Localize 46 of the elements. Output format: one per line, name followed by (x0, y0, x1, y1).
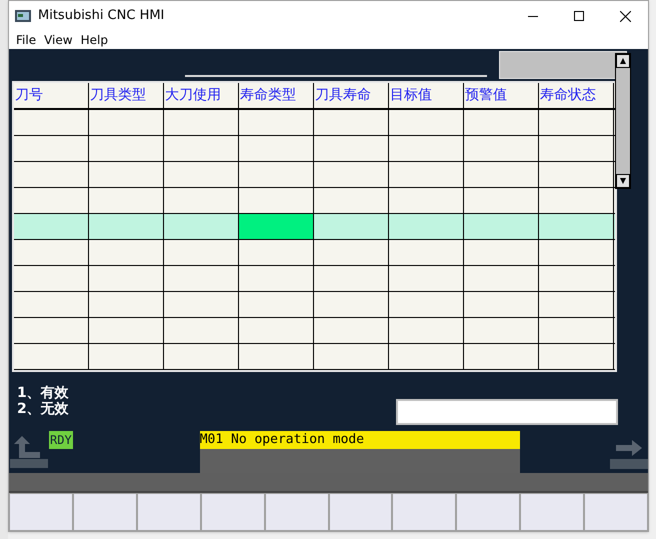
menu-item[interactable]: Help (80, 31, 109, 49)
app-icon (15, 10, 31, 22)
column-header: 刀号 (14, 83, 89, 108)
column-header: 刀具寿命 (314, 83, 389, 108)
softkey-button[interactable] (200, 493, 265, 531)
table-row[interactable] (14, 214, 615, 240)
table-row[interactable] (14, 240, 615, 266)
softkey-button[interactable] (328, 493, 392, 531)
softkey-button[interactable] (264, 493, 329, 531)
legend-text: 2、无效 (17, 401, 69, 417)
column-header: 刀具类型 (89, 83, 164, 108)
column-header: 寿命状态 (539, 83, 614, 108)
back-arrow-icon[interactable] (10, 434, 48, 468)
table-row[interactable] (14, 292, 615, 318)
table-row[interactable] (14, 110, 615, 136)
scrollbar[interactable] (615, 53, 631, 189)
table-row[interactable] (14, 188, 615, 214)
input-field[interactable] (396, 399, 618, 425)
softkey-button[interactable] (72, 493, 137, 531)
table-row[interactable] (14, 136, 615, 162)
maximize-icon (574, 11, 584, 21)
column-header: 目标值 (389, 83, 464, 108)
table-row[interactable] (14, 266, 615, 292)
softkey-button[interactable] (520, 493, 584, 531)
softkey-button[interactable] (456, 493, 520, 531)
legend-text: 1、有效 (17, 385, 69, 401)
status-message: M01 No operation mode (200, 431, 520, 449)
table-row[interactable] (14, 344, 615, 370)
next-arrow-icon[interactable] (610, 439, 648, 469)
close-icon (620, 10, 630, 22)
menu-item[interactable]: View (43, 31, 74, 49)
ready-indicator: RDY (49, 431, 73, 449)
softkey-button[interactable] (136, 493, 201, 531)
softkey-button[interactable] (392, 493, 456, 531)
window-title: Mitsubishi CNC HMI (38, 7, 164, 26)
table-row[interactable] (14, 162, 615, 188)
menu-item[interactable]: File (15, 31, 38, 49)
table-row[interactable] (14, 318, 615, 344)
column-header: 寿命类型 (239, 83, 314, 108)
softkey-button[interactable] (9, 493, 73, 531)
column-header: 大刀使用 (164, 83, 239, 108)
table-cell[interactable] (239, 214, 314, 239)
softkey-button[interactable] (584, 493, 648, 531)
scroll-up-icon[interactable] (616, 54, 630, 68)
column-header: 预警值 (464, 83, 539, 108)
scroll-down-icon[interactable] (616, 174, 630, 188)
